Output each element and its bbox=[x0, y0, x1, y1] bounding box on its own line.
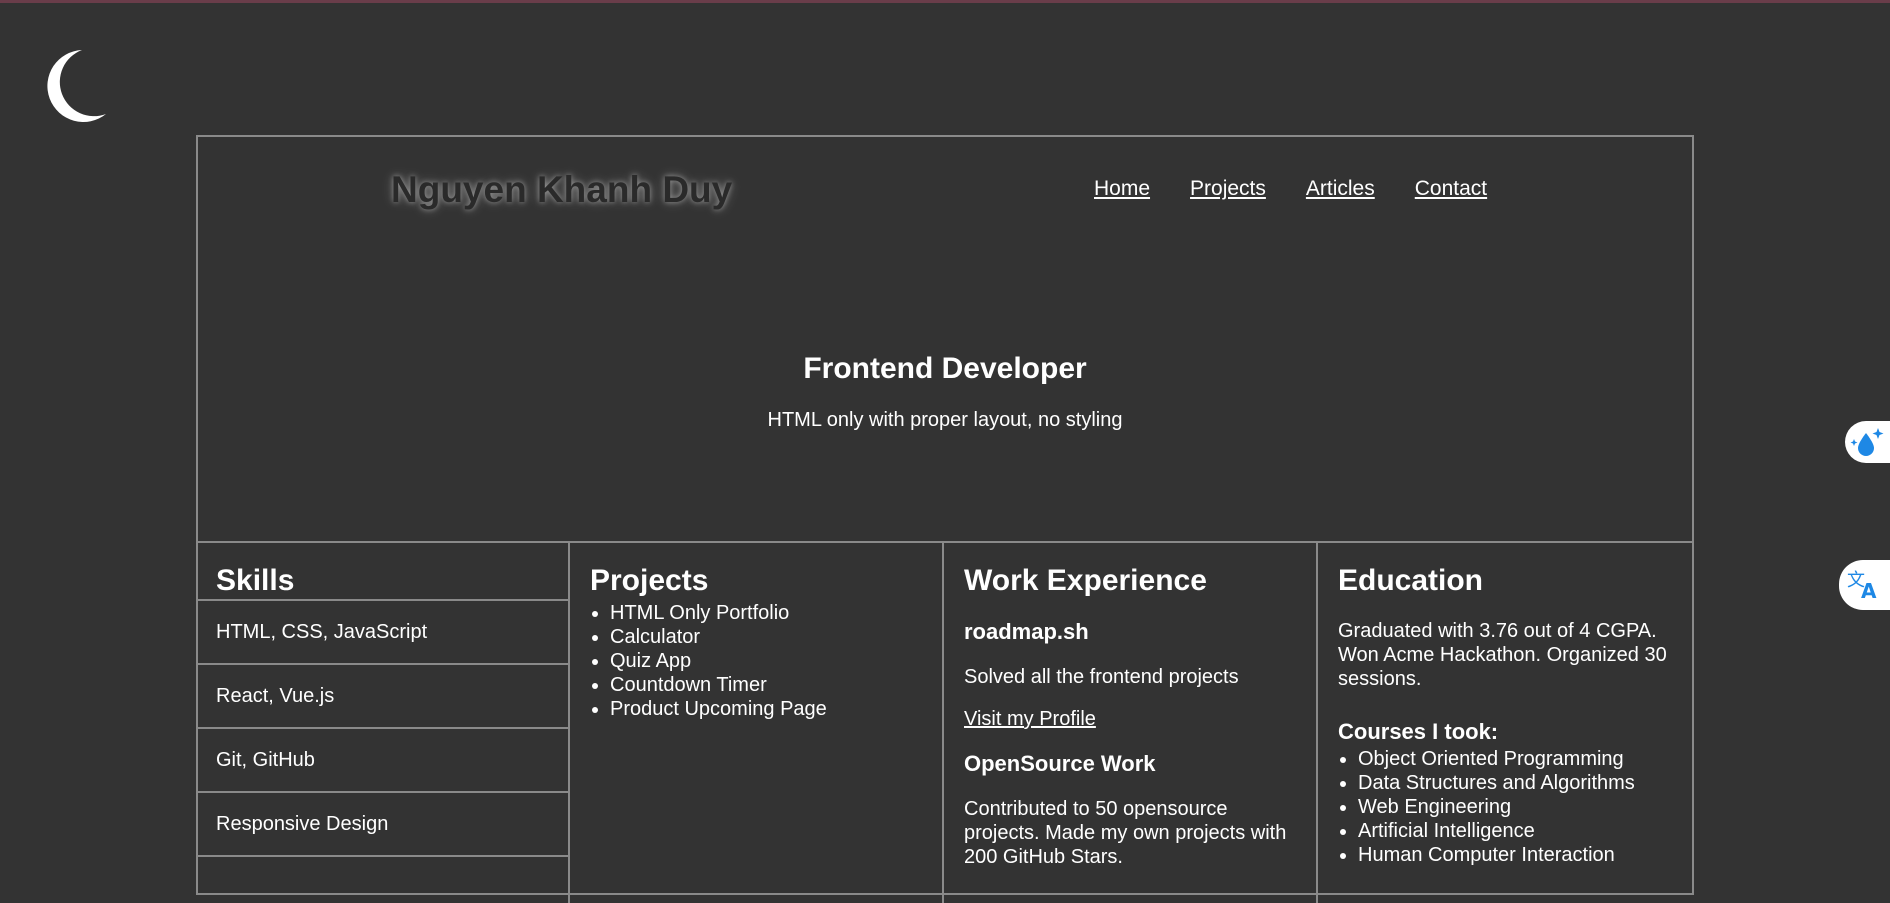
skills-section: Skills HTML, CSS, JavaScript React, Vue.… bbox=[196, 543, 570, 903]
project-item: Countdown Timer bbox=[610, 673, 942, 697]
skill-item: HTML, CSS, JavaScript bbox=[196, 599, 568, 663]
projects-heading: Projects bbox=[590, 564, 709, 597]
opensource-title: OpenSource Work bbox=[964, 751, 1156, 776]
course-item: Artificial Intelligence bbox=[1358, 819, 1692, 843]
nav-contact-link[interactable]: Contact bbox=[1415, 177, 1487, 201]
skill-item-empty bbox=[196, 855, 568, 903]
project-item: Calculator bbox=[610, 625, 942, 649]
nav-projects-link[interactable]: Projects bbox=[1190, 177, 1266, 201]
work-experience-section: Work Experience roadmap.sh Solved all th… bbox=[944, 543, 1318, 903]
work-heading: Work Experience bbox=[964, 564, 1207, 597]
course-item: Human Computer Interaction bbox=[1358, 843, 1692, 867]
skill-item: Responsive Design bbox=[196, 791, 568, 855]
top-accent-line bbox=[0, 0, 1890, 3]
work-company-title: roadmap.sh bbox=[964, 619, 1089, 644]
moon-icon bbox=[47, 50, 106, 122]
skills-list: HTML, CSS, JavaScript React, Vue.js Git,… bbox=[196, 599, 568, 903]
hero-subtitle: HTML only with proper layout, no styling bbox=[767, 409, 1123, 431]
portfolio-frame: Nguyen Khanh Duy Home Projects Articles … bbox=[196, 135, 1694, 903]
translate-icon: 文 A bbox=[1847, 570, 1877, 603]
site-name: Nguyen Khanh Duy bbox=[391, 169, 733, 210]
education-section: Education Graduated with 3.76 out of 4 C… bbox=[1318, 543, 1692, 903]
extension-water-drop-button[interactable] bbox=[1845, 421, 1890, 463]
svg-text:A: A bbox=[1861, 579, 1877, 603]
course-item: Data Structures and Algorithms bbox=[1358, 771, 1692, 795]
skills-heading: Skills bbox=[216, 564, 295, 597]
project-item: HTML Only Portfolio bbox=[610, 601, 942, 625]
hero-title: Frontend Developer bbox=[803, 352, 1087, 385]
course-item: Object Oriented Programming bbox=[1358, 747, 1692, 771]
main-nav: Home Projects Articles Contact bbox=[1094, 177, 1487, 201]
project-item: Product Upcoming Page bbox=[610, 697, 942, 721]
theme-toggle-button[interactable] bbox=[38, 48, 108, 124]
courses-list: Object Oriented Programming Data Structu… bbox=[1338, 747, 1692, 867]
projects-list: HTML Only Portfolio Calculator Quiz App … bbox=[590, 601, 942, 721]
education-summary: Graduated with 3.76 out of 4 CGPA. Won A… bbox=[1338, 620, 1667, 690]
nav-home-link[interactable]: Home bbox=[1094, 177, 1150, 201]
nav-articles-link[interactable]: Articles bbox=[1306, 177, 1375, 201]
skill-item: React, Vue.js bbox=[196, 663, 568, 727]
projects-section: Projects HTML Only Portfolio Calculator … bbox=[570, 543, 944, 903]
sections-grid: Skills HTML, CSS, JavaScript React, Vue.… bbox=[196, 541, 1694, 903]
extension-translate-button[interactable]: 文 A bbox=[1839, 560, 1890, 610]
visit-profile-link[interactable]: Visit my Profile bbox=[964, 708, 1096, 731]
courses-title: Courses I took: bbox=[1338, 719, 1499, 744]
water-drop-sparkle-icon bbox=[1850, 428, 1884, 456]
opensource-desc: Contributed to 50 opensource projects. M… bbox=[964, 798, 1287, 868]
education-heading: Education bbox=[1338, 564, 1484, 597]
work-company-desc: Solved all the frontend projects bbox=[964, 666, 1239, 688]
course-item: Web Engineering bbox=[1358, 795, 1692, 819]
skill-item: Git, GitHub bbox=[196, 727, 568, 791]
project-item: Quiz App bbox=[610, 649, 942, 673]
